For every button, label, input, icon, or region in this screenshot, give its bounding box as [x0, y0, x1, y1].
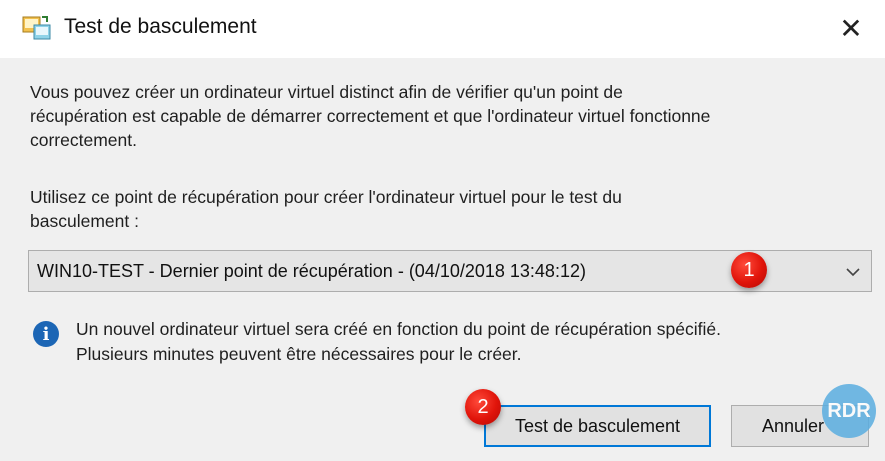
window-title: Test de basculement	[64, 15, 257, 38]
info-message: Un nouvel ordinateur virtuel sera créé e…	[76, 319, 721, 364]
annotation-badge-2: 2	[465, 389, 501, 425]
select-prompt-label: Utilisez ce point de récupération pour c…	[30, 187, 622, 231]
annotation-badge-1: 1	[731, 252, 767, 288]
test-failover-button[interactable]: Test de basculement	[484, 405, 711, 447]
chevron-down-icon	[846, 268, 860, 277]
recovery-point-value: WIN10-TEST - Dernier point de récupérati…	[37, 261, 586, 281]
description-text: Vous pouvez créer un ordinateur virtuel …	[30, 82, 711, 150]
info-icon: i	[33, 321, 59, 347]
title-bar: Test de basculement ✕	[0, 0, 885, 58]
watermark-logo: RDR	[822, 384, 876, 438]
close-icon[interactable]: ✕	[831, 8, 871, 48]
app-icon	[22, 16, 51, 40]
